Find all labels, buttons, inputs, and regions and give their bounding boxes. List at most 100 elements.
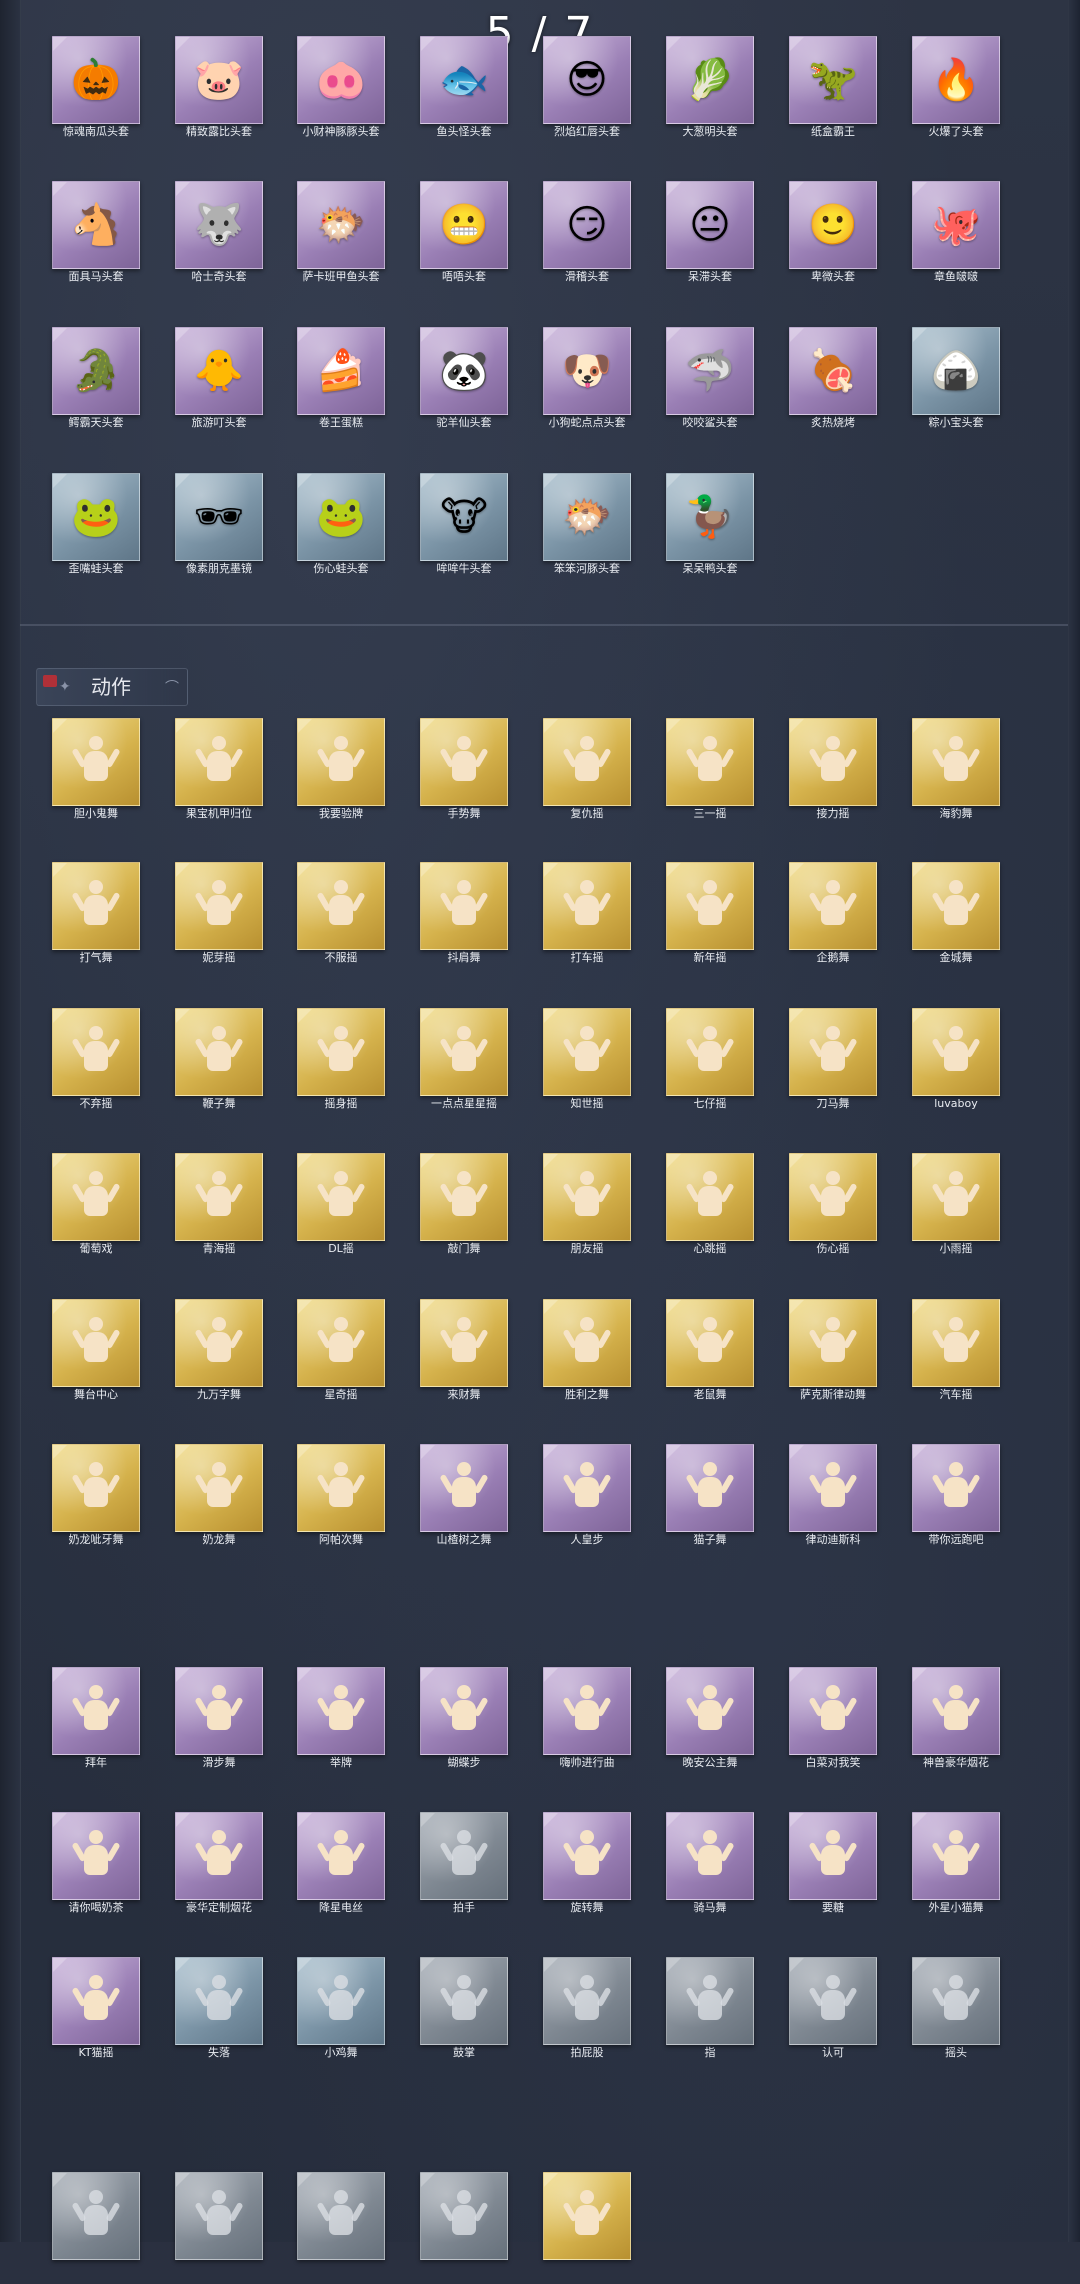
action-item[interactable]: 星奇摇 bbox=[297, 1299, 385, 1411]
action-item[interactable]: 金城舞 bbox=[912, 862, 1000, 974]
action-item[interactable]: 鞭子舞 bbox=[175, 1008, 263, 1120]
action-item[interactable]: 指 bbox=[666, 1957, 754, 2069]
action-item[interactable]: 小雨摇 bbox=[912, 1153, 1000, 1265]
headgear-item[interactable]: 🐟 鱼头怪头套 bbox=[420, 36, 508, 148]
action-item[interactable]: 请你喝奶茶 bbox=[52, 1812, 140, 1924]
action-item[interactable]: 摇身摇 bbox=[297, 1008, 385, 1120]
action-item[interactable]: 阿帕次舞 bbox=[297, 1444, 385, 1556]
headgear-item[interactable]: 🙂 卑微头套 bbox=[789, 181, 877, 293]
action-item[interactable]: 滑步舞 bbox=[175, 1667, 263, 1779]
action-item[interactable]: 萨克斯律动舞 bbox=[789, 1299, 877, 1411]
action-item[interactable]: 葡萄戏 bbox=[52, 1153, 140, 1265]
action-item[interactable]: 拜年 bbox=[52, 1667, 140, 1779]
headgear-item[interactable]: 🍰 卷王蛋糕 bbox=[297, 327, 385, 439]
action-item[interactable]: 律动迪斯科 bbox=[789, 1444, 877, 1556]
headgear-item[interactable]: 🐺 哈士奇头套 bbox=[175, 181, 263, 293]
action-item[interactable]: 不服摇 bbox=[297, 862, 385, 974]
headgear-item[interactable]: 🐡 萨卡班甲鱼头套 bbox=[297, 181, 385, 293]
action-item[interactable]: 豪华定制烟花 bbox=[175, 1812, 263, 1924]
action-item[interactable]: 新年摇 bbox=[666, 862, 754, 974]
action-item[interactable]: 来财舞 bbox=[420, 1299, 508, 1411]
headgear-item[interactable]: 🐷 精致露比头套 bbox=[175, 36, 263, 148]
action-item[interactable]: 海豹舞 bbox=[912, 718, 1000, 830]
action-item[interactable]: 白菜对我笑 bbox=[789, 1667, 877, 1779]
action-item[interactable]: 举牌 bbox=[297, 1667, 385, 1779]
headgear-item[interactable]: 🐥 旅游叮头套 bbox=[175, 327, 263, 439]
headgear-item[interactable]: 🐽 小财神豚豚头套 bbox=[297, 36, 385, 148]
headgear-item[interactable]: 🦖 纸盒霸王 bbox=[789, 36, 877, 148]
action-item[interactable] bbox=[297, 2172, 385, 2284]
headgear-item[interactable]: 🐡 笨笨河豚头套 bbox=[543, 473, 631, 585]
headgear-item[interactable]: 😬 唔唔头套 bbox=[420, 181, 508, 293]
headgear-item[interactable]: 😏 滑稽头套 bbox=[543, 181, 631, 293]
action-item[interactable]: 心跳摇 bbox=[666, 1153, 754, 1265]
action-item[interactable]: 嗨帅进行曲 bbox=[543, 1667, 631, 1779]
action-item[interactable]: 旋转舞 bbox=[543, 1812, 631, 1924]
action-item[interactable]: 抖肩舞 bbox=[420, 862, 508, 974]
action-item[interactable]: 敲门舞 bbox=[420, 1153, 508, 1265]
action-item[interactable]: 要糖 bbox=[789, 1812, 877, 1924]
action-item[interactable]: 汽车摇 bbox=[912, 1299, 1000, 1411]
action-item[interactable] bbox=[420, 2172, 508, 2284]
action-item[interactable]: 接力摇 bbox=[789, 718, 877, 830]
action-item[interactable]: 打车摇 bbox=[543, 862, 631, 974]
action-item[interactable]: 妮芽摇 bbox=[175, 862, 263, 974]
action-item[interactable]: 朋友摇 bbox=[543, 1153, 631, 1265]
headgear-item[interactable]: 😎 烈焰红唇头套 bbox=[543, 36, 631, 148]
headgear-item[interactable]: 🐮 哞哞牛头套 bbox=[420, 473, 508, 585]
action-item[interactable]: 小鸡舞 bbox=[297, 1957, 385, 2069]
action-item[interactable]: 知世摇 bbox=[543, 1008, 631, 1120]
action-item[interactable]: 外星小猫舞 bbox=[912, 1812, 1000, 1924]
action-item[interactable]: 七仔摇 bbox=[666, 1008, 754, 1120]
headgear-item[interactable]: 🍙 粽小宝头套 bbox=[912, 327, 1000, 439]
headgear-item[interactable]: 🐸 伤心蛙头套 bbox=[297, 473, 385, 585]
action-item[interactable]: 骑马舞 bbox=[666, 1812, 754, 1924]
action-item[interactable] bbox=[175, 2172, 263, 2284]
action-item[interactable]: 山楂树之舞 bbox=[420, 1444, 508, 1556]
headgear-item[interactable]: 🦆 呆呆鸭头套 bbox=[666, 473, 754, 585]
action-item[interactable]: 伤心摇 bbox=[789, 1153, 877, 1265]
action-item[interactable]: 拍屁股 bbox=[543, 1957, 631, 2069]
action-item[interactable]: DL摇 bbox=[297, 1153, 385, 1265]
headgear-item[interactable]: 🥬 大葱明头套 bbox=[666, 36, 754, 148]
action-item[interactable]: 九万字舞 bbox=[175, 1299, 263, 1411]
action-item[interactable]: 带你远跑吧 bbox=[912, 1444, 1000, 1556]
headgear-item[interactable]: 🍖 炙热烧烤 bbox=[789, 327, 877, 439]
action-item[interactable]: luvaboy bbox=[912, 1008, 1000, 1120]
action-item[interactable]: 打气舞 bbox=[52, 862, 140, 974]
action-item[interactable]: 摇头 bbox=[912, 1957, 1000, 2069]
action-item[interactable]: 神兽豪华烟花 bbox=[912, 1667, 1000, 1779]
action-item[interactable]: 我要验牌 bbox=[297, 718, 385, 830]
action-item[interactable]: 奶龙舞 bbox=[175, 1444, 263, 1556]
action-item[interactable]: 手势舞 bbox=[420, 718, 508, 830]
action-item[interactable]: 蝴蝶步 bbox=[420, 1667, 508, 1779]
action-item[interactable]: 人皇步 bbox=[543, 1444, 631, 1556]
action-item[interactable]: 降星电丝 bbox=[297, 1812, 385, 1924]
headgear-item[interactable]: 🎃 惊魂南瓜头套 bbox=[52, 36, 140, 148]
action-item[interactable]: 认可 bbox=[789, 1957, 877, 2069]
action-item[interactable]: 不弃摇 bbox=[52, 1008, 140, 1120]
headgear-item[interactable]: 🐶 小狗蛇点点头套 bbox=[543, 327, 631, 439]
action-item[interactable]: 果宝机甲归位 bbox=[175, 718, 263, 830]
headgear-item[interactable]: 🦈 咬咬鲨头套 bbox=[666, 327, 754, 439]
headgear-item[interactable]: 🔥 火爆了头套 bbox=[912, 36, 1000, 148]
action-item[interactable]: 奶龙呲牙舞 bbox=[52, 1444, 140, 1556]
action-item[interactable]: 胜利之舞 bbox=[543, 1299, 631, 1411]
headgear-item[interactable]: 🐼 驼羊仙头套 bbox=[420, 327, 508, 439]
action-item[interactable]: KT猫摇 bbox=[52, 1957, 140, 2069]
action-item[interactable]: 鼓掌 bbox=[420, 1957, 508, 2069]
action-item[interactable]: 刀马舞 bbox=[789, 1008, 877, 1120]
action-item[interactable]: 胆小鬼舞 bbox=[52, 718, 140, 830]
action-item[interactable]: 失落 bbox=[175, 1957, 263, 2069]
action-item[interactable] bbox=[52, 2172, 140, 2284]
headgear-item[interactable]: 🐸 歪嘴蛙头套 bbox=[52, 473, 140, 585]
action-item[interactable] bbox=[543, 2172, 631, 2284]
action-item[interactable]: 猫子舞 bbox=[666, 1444, 754, 1556]
action-item[interactable]: 青海摇 bbox=[175, 1153, 263, 1265]
headgear-item[interactable]: 🐴 面具马头套 bbox=[52, 181, 140, 293]
action-item[interactable]: 老鼠舞 bbox=[666, 1299, 754, 1411]
action-item[interactable]: 企鹅舞 bbox=[789, 862, 877, 974]
action-item[interactable]: 一点点星星摇 bbox=[420, 1008, 508, 1120]
action-item[interactable]: 三一摇 bbox=[666, 718, 754, 830]
headgear-item[interactable]: 🐊 鳄霸天头套 bbox=[52, 327, 140, 439]
